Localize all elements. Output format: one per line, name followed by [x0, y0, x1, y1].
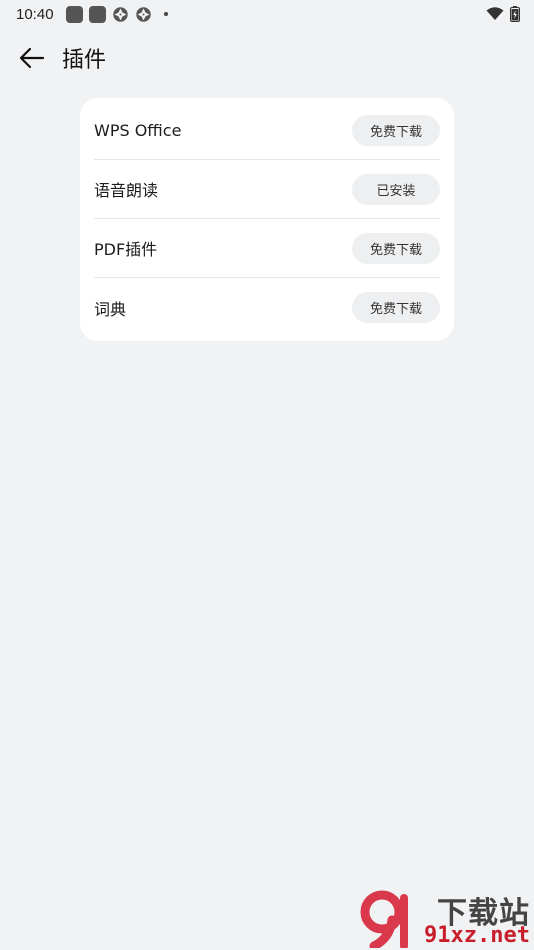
download-button[interactable]: 免费下载: [352, 114, 440, 146]
download-button[interactable]: 免费下载: [352, 292, 440, 323]
status-right: [486, 6, 520, 22]
app-square-icon: [88, 5, 106, 23]
plugin-list-card: WPS Office 免费下载 语音朗读 已安装 PDF插件 免费下载 词典 免…: [80, 98, 454, 341]
watermark: 下载站 91xz.net: [360, 888, 530, 948]
wifi-icon: [486, 7, 504, 20]
plugin-row-voice-reading: 语音朗读 已安装: [94, 160, 440, 219]
plugin-row-wps-office: WPS Office 免费下载: [94, 101, 440, 160]
back-arrow-icon: [19, 47, 45, 69]
plugin-name: PDF插件: [94, 240, 158, 259]
notification-icons: [65, 5, 168, 23]
dot-icon: [163, 12, 168, 16]
plugin-name: 语音朗读: [94, 181, 159, 200]
page-title: 插件: [62, 48, 107, 73]
plugin-row-pdf: PDF插件 免费下载: [94, 219, 440, 278]
app-square-icon: [65, 5, 83, 23]
plugin-row-dictionary: 词典 免费下载: [94, 278, 440, 337]
download-button[interactable]: 免费下载: [352, 232, 440, 264]
aperture-icon: [135, 6, 151, 22]
aperture-icon: [112, 6, 128, 22]
watermark-domain: 91xz.net: [424, 923, 530, 948]
status-time: 10:40: [16, 5, 54, 23]
back-button[interactable]: [12, 38, 52, 78]
status-bar: 10:40: [0, 0, 534, 28]
watermark-logo-icon: [360, 890, 408, 948]
app-header: 插件: [0, 38, 534, 78]
plugin-name: 词典: [94, 299, 127, 319]
installed-button[interactable]: 已安装: [352, 173, 440, 205]
battery-icon: [510, 6, 520, 22]
plugin-name: WPS Office: [94, 120, 182, 140]
